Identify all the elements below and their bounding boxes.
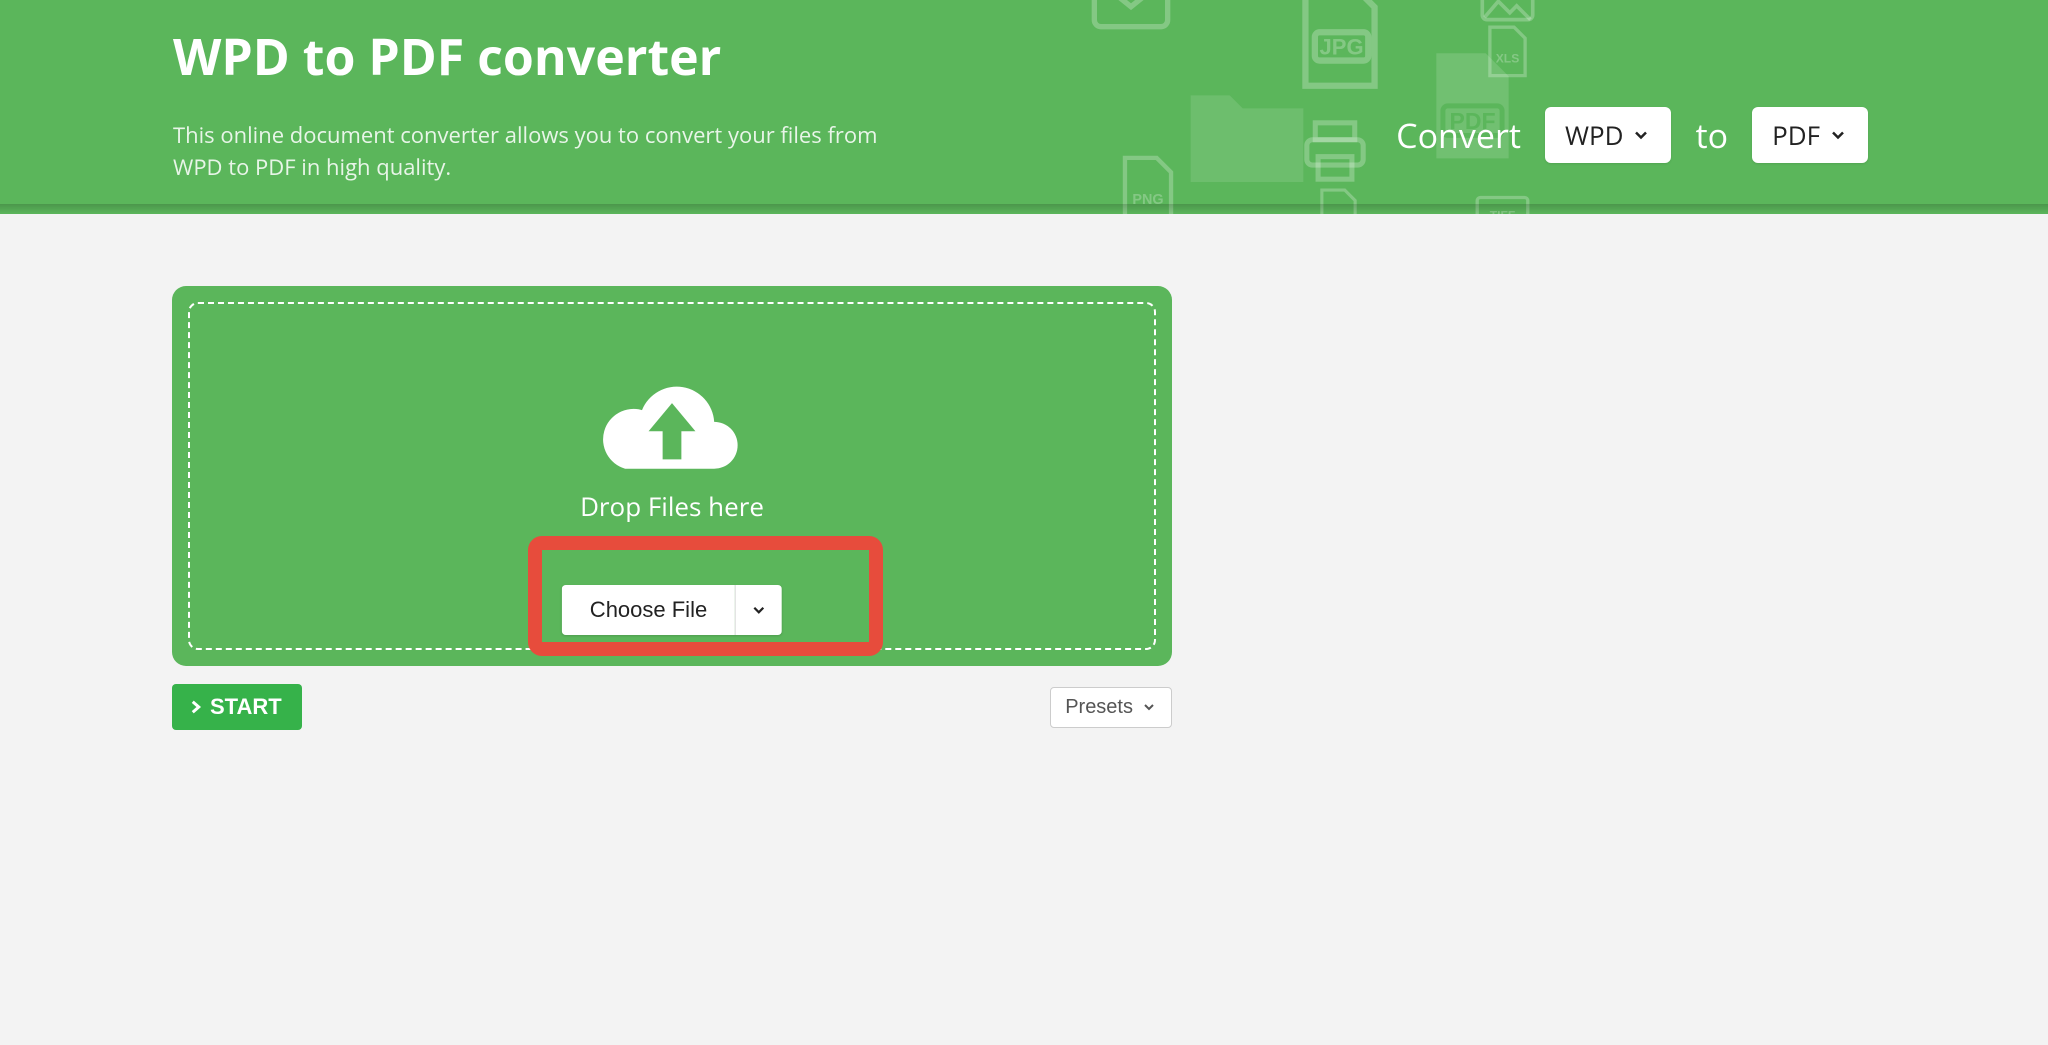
to-format-value: PDF bbox=[1772, 117, 1820, 153]
chevron-down-icon bbox=[750, 601, 768, 619]
from-format-select[interactable]: WPD bbox=[1545, 107, 1672, 163]
choose-file-dropdown[interactable] bbox=[735, 585, 782, 635]
choose-file-group: Choose File bbox=[562, 585, 782, 635]
from-format-value: WPD bbox=[1565, 117, 1624, 153]
action-row: START Presets bbox=[172, 684, 1172, 730]
main: Drop Files here Choose File START Preset… bbox=[0, 214, 2048, 730]
to-format-select[interactable]: PDF bbox=[1752, 107, 1868, 163]
to-label: to bbox=[1695, 112, 1728, 158]
presets-button-label: Presets bbox=[1065, 696, 1133, 719]
drop-files-label: Drop Files here bbox=[580, 488, 764, 524]
chevron-down-icon bbox=[1631, 125, 1651, 145]
hero-shadow bbox=[0, 204, 2048, 214]
chevron-down-icon bbox=[1828, 125, 1848, 145]
image-icon bbox=[1480, 0, 1535, 28]
page-subtitle: This online document converter allows yo… bbox=[173, 120, 893, 184]
convert-bar: Convert WPD to PDF bbox=[1396, 87, 1868, 184]
cloud-upload-icon bbox=[597, 374, 747, 484]
start-button-label: START bbox=[210, 694, 282, 720]
start-button[interactable]: START bbox=[172, 684, 302, 730]
page-title: WPD to PDF converter bbox=[173, 29, 893, 84]
chevron-right-icon bbox=[186, 698, 204, 716]
chevron-down-icon bbox=[1141, 699, 1157, 715]
hero: JPG PDF XLS PNG DOCX TIFF WPD to PDF con… bbox=[0, 0, 2048, 214]
convert-label: Convert bbox=[1396, 112, 1521, 158]
presets-button[interactable]: Presets bbox=[1050, 687, 1172, 728]
choose-file-button[interactable]: Choose File bbox=[562, 585, 735, 635]
dropzone[interactable]: Drop Files here Choose File bbox=[172, 286, 1172, 666]
